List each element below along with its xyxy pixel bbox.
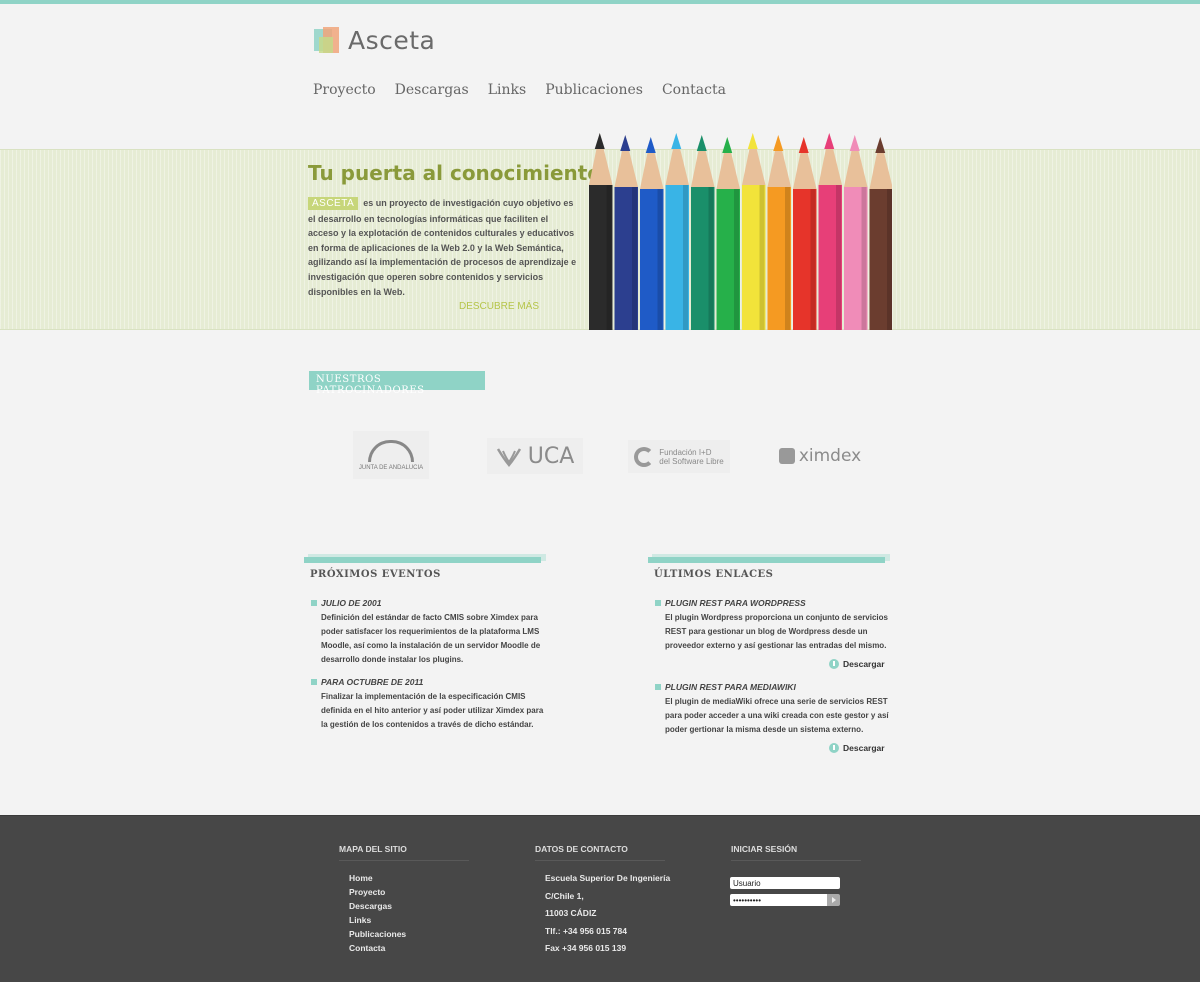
contact-details: Escuela Superior De Ingeniería C/Chile 1… <box>545 870 670 958</box>
pencil <box>742 133 766 330</box>
event-title: PARA OCTUBRE DE 2011 <box>321 677 424 687</box>
link-item: PLUGIN REST PARA MEDIAWIKI El plugin de … <box>665 682 890 737</box>
download-label: Descargar <box>843 743 885 753</box>
sitemap-list: Home Proyecto Descargas Links Publicacio… <box>349 871 406 955</box>
login-submit-arrow-icon[interactable] <box>827 894 840 906</box>
sponsor-junta-andalucia[interactable]: JUNTA DE ANDALUCIA <box>353 431 429 479</box>
download-icon <box>829 659 839 669</box>
contact-line: Escuela Superior De Ingeniería <box>545 873 671 883</box>
discover-more-link[interactable]: DESCUBRE MÁS <box>459 301 539 312</box>
event-title: JULIO DE 2001 <box>321 598 382 608</box>
events-bar <box>304 557 541 563</box>
pencil <box>767 135 791 330</box>
contact-heading: DATOS DE CONTACTO <box>535 844 628 854</box>
pencil <box>589 133 613 330</box>
uca-emblem-icon <box>496 448 521 467</box>
download-button[interactable]: Descargar <box>829 743 885 753</box>
event-body: Finalizar la implementación de la especi… <box>321 692 544 729</box>
main-nav: Proyecto Descargas Links Publicaciones C… <box>313 82 726 98</box>
hero-description: ASCETA es un proyecto de investigación cu… <box>308 196 578 299</box>
hero-title: Tu puerta al conocimiento <box>308 161 602 185</box>
uca-label: UCA <box>527 443 575 469</box>
fundacion-label-2: del Software Libre <box>659 456 724 466</box>
contact-divider <box>535 860 665 861</box>
logo-icon <box>314 26 342 55</box>
nav-item-links[interactable]: Links <box>488 82 526 98</box>
sitemap-link-publicaciones[interactable]: Publicaciones <box>349 927 406 941</box>
contact-line: Fax +34 956 015 139 <box>545 943 627 953</box>
sitemap-link-proyecto[interactable]: Proyecto <box>349 885 406 899</box>
event-item: PARA OCTUBRE DE 2011 Finalizar la implem… <box>321 677 546 732</box>
top-accent-bar <box>0 0 1200 4</box>
sponsor-uca[interactable]: UCA <box>487 438 583 474</box>
sitemap-link-contacta[interactable]: Contacta <box>349 941 406 955</box>
link-body: El plugin de mediaWiki ofrece una serie … <box>665 697 889 734</box>
login-heading: INICIAR SESIÓN <box>731 844 798 854</box>
colored-pencils-image <box>589 133 892 330</box>
event-item: JULIO DE 2001 Definición del estándar de… <box>321 598 546 667</box>
site-logo[interactable]: Asceta <box>314 26 435 55</box>
link-title[interactable]: PLUGIN REST PARA MEDIAWIKI <box>665 682 890 692</box>
pencil <box>844 135 868 330</box>
pencil <box>793 137 817 330</box>
password-input[interactable] <box>730 894 827 906</box>
hero-description-text: es un proyecto de investigación cuyo obj… <box>308 198 577 297</box>
event-bullet-icon <box>311 600 317 606</box>
link-body: El plugin Wordpress proporciona un conju… <box>665 613 888 650</box>
sitemap-divider <box>339 860 469 861</box>
sitemap-link-links[interactable]: Links <box>349 913 406 927</box>
pencil <box>716 137 740 330</box>
link-bullet-icon <box>655 684 661 690</box>
fundacion-spiral-icon <box>634 446 655 467</box>
pencil <box>869 137 892 330</box>
link-item: PLUGIN REST PARA WORDPRESS El plugin Wor… <box>665 598 890 653</box>
download-label: Descargar <box>843 659 885 669</box>
sitemap-link-descargas[interactable]: Descargas <box>349 899 406 913</box>
contact-line: Tlf.: +34 956 015 784 <box>545 925 627 936</box>
sponsor-ximdex[interactable]: ximdex <box>772 443 868 469</box>
contact-line: 11003 CÁDIZ <box>545 908 597 918</box>
nav-item-publicaciones[interactable]: Publicaciones <box>545 82 643 98</box>
pencil <box>640 137 664 330</box>
login-divider <box>731 860 861 861</box>
sitemap-link-home[interactable]: Home <box>349 871 406 885</box>
events-title: PRÓXIMOS EVENTOS <box>310 569 441 580</box>
pencil <box>818 133 842 330</box>
pencil <box>665 133 689 330</box>
junta-arch-icon <box>368 439 414 462</box>
nav-item-descargas[interactable]: Descargas <box>395 82 469 98</box>
asceta-tag: ASCETA <box>308 197 359 210</box>
sponsors-heading: NUESTROS PATROCINADORES <box>309 371 485 396</box>
contact-line: C/Chile 1, <box>545 890 584 901</box>
download-button[interactable]: Descargar <box>829 659 885 669</box>
sponsor-fundacion-id[interactable]: Fundación I+D del Software Libre <box>628 440 730 473</box>
sitemap-heading: MAPA DEL SITIO <box>339 844 407 854</box>
download-icon <box>829 743 839 753</box>
event-body: Definición del estándar de facto CMIS so… <box>321 613 541 664</box>
link-bullet-icon <box>655 600 661 606</box>
event-bullet-icon <box>311 679 317 685</box>
ximdex-label: ximdex <box>798 446 862 466</box>
junta-label: JUNTA DE ANDALUCIA <box>358 464 424 471</box>
pencil <box>614 135 638 330</box>
links-title: ÚLTIMOS ENLACES <box>654 569 774 580</box>
username-input[interactable] <box>730 877 840 889</box>
links-bar <box>648 557 885 563</box>
nav-item-contacta[interactable]: Contacta <box>662 82 726 98</box>
pencil <box>691 135 715 330</box>
link-title[interactable]: PLUGIN REST PARA WORDPRESS <box>665 598 890 608</box>
site-name: Asceta <box>348 26 436 55</box>
nav-item-proyecto[interactable]: Proyecto <box>313 82 376 98</box>
ximdex-logo-icon <box>778 448 795 464</box>
fundacion-label-1: Fundación I+D <box>659 447 712 457</box>
